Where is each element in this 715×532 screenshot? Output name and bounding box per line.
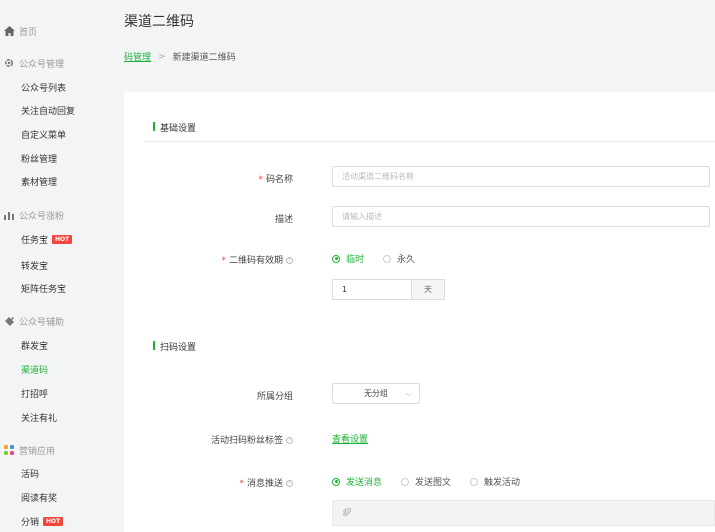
sidebar-group-growth[interactable]: 公众号涨粉 [0, 208, 124, 222]
sidebar-item-distribution[interactable]: 分销 HOT [21, 515, 64, 528]
sidebar-item-auto-reply[interactable]: 关注自动回复 [21, 104, 75, 117]
sidebar-item-task-treasure[interactable]: 任务宝 HOT [21, 233, 73, 246]
validity-permanent-radio[interactable]: 永久 [383, 252, 415, 265]
push-article-radio[interactable]: 发送图文 [401, 475, 451, 488]
sidebar-item-fans[interactable]: 粉丝管理 [21, 152, 57, 165]
sidebar-item-account-list[interactable]: 公众号列表 [21, 81, 66, 94]
chart-icon [3, 209, 15, 221]
apps-icon [3, 444, 15, 456]
required-mark: * [239, 479, 244, 489]
days-unit-label: 天 [411, 279, 445, 300]
home-icon [3, 25, 15, 37]
section-title-scan: 扫码设置 [160, 343, 197, 353]
breadcrumb-current: 新建渠道二维码 [172, 53, 236, 63]
chevron-down-icon: ⌵ [405, 389, 412, 398]
help-icon[interactable]: ? [286, 437, 293, 444]
breadcrumb: 码管理 > 新建渠道二维码 [124, 50, 236, 64]
section-title-basic: 基础设置 [160, 124, 197, 134]
message-push-label: * 消息推送? [123, 476, 293, 489]
code-name-input[interactable] [332, 166, 710, 187]
page-title: 渠道二维码 [124, 14, 194, 30]
group-label: 所属分组 [256, 392, 293, 402]
help-icon[interactable]: ? [286, 257, 293, 264]
sidebar-item-mass-send[interactable]: 群发宝 [21, 339, 48, 352]
code-name-label: * 码名称 [258, 175, 293, 185]
description-input[interactable] [332, 206, 710, 227]
validity-days-group: 天 [332, 279, 445, 300]
required-mark: * [258, 175, 263, 185]
sidebar-item-forward-treasure[interactable]: 转发宝 [21, 259, 48, 272]
hot-badge: HOT [43, 517, 64, 526]
gear-icon [3, 57, 15, 69]
required-mark: * [221, 256, 226, 266]
push-activity-radio[interactable]: 触发活动 [470, 475, 520, 488]
hot-badge: HOT [52, 235, 73, 244]
plugin-icon [3, 315, 15, 327]
sidebar-item-custom-menu[interactable]: 自定义菜单 [21, 128, 66, 141]
breadcrumb-separator: > [158, 51, 166, 62]
help-icon[interactable]: ? [286, 480, 293, 487]
form-card [124, 92, 715, 532]
sidebar-item-follow-gift[interactable]: 关注有礼 [21, 411, 57, 424]
fan-tag-label: 活动扫码粉丝标签? [123, 433, 293, 446]
sidebar: 首页 公众号管理 公众号列表 关注自动回复 自定义菜单 粉丝管理 素材管理 公众… [0, 0, 124, 532]
sidebar-item-live-code[interactable]: 活码 [21, 467, 39, 480]
sidebar-item-materials[interactable]: 素材管理 [21, 175, 57, 188]
section-marker [153, 122, 155, 131]
sidebar-item-read-reward[interactable]: 阅读有奖 [21, 491, 57, 504]
description-label: 描述 [274, 215, 293, 225]
view-settings-link[interactable]: 查看设置 [332, 432, 368, 445]
section-marker [153, 341, 155, 350]
validity-days-input[interactable] [332, 279, 411, 300]
section-divider [145, 141, 715, 142]
sidebar-item-matrix-task[interactable]: 矩阵任务宝 [21, 282, 66, 295]
message-editor[interactable] [332, 500, 715, 526]
push-message-radio[interactable]: 发送消息 [332, 475, 382, 488]
sidebar-item-greeting[interactable]: 打招呼 [21, 387, 48, 400]
sidebar-group-marketing[interactable]: 营销应用 [0, 443, 124, 457]
sidebar-item-channel-code[interactable]: 渠道码 [21, 363, 48, 376]
sidebar-group-account-manage[interactable]: 公众号管理 [0, 56, 124, 70]
attachment-icon[interactable] [342, 508, 352, 520]
group-select[interactable]: 无分组 ⌵ [332, 383, 420, 404]
validity-label: * 二维码有效期? [123, 253, 293, 266]
sidebar-group-assist[interactable]: 公众号辅助 [0, 314, 124, 328]
validity-temporary-radio[interactable]: 临时 [332, 252, 364, 265]
breadcrumb-link-code-manage[interactable]: 码管理 [124, 50, 151, 63]
sidebar-item-home[interactable]: 首页 [0, 24, 124, 38]
